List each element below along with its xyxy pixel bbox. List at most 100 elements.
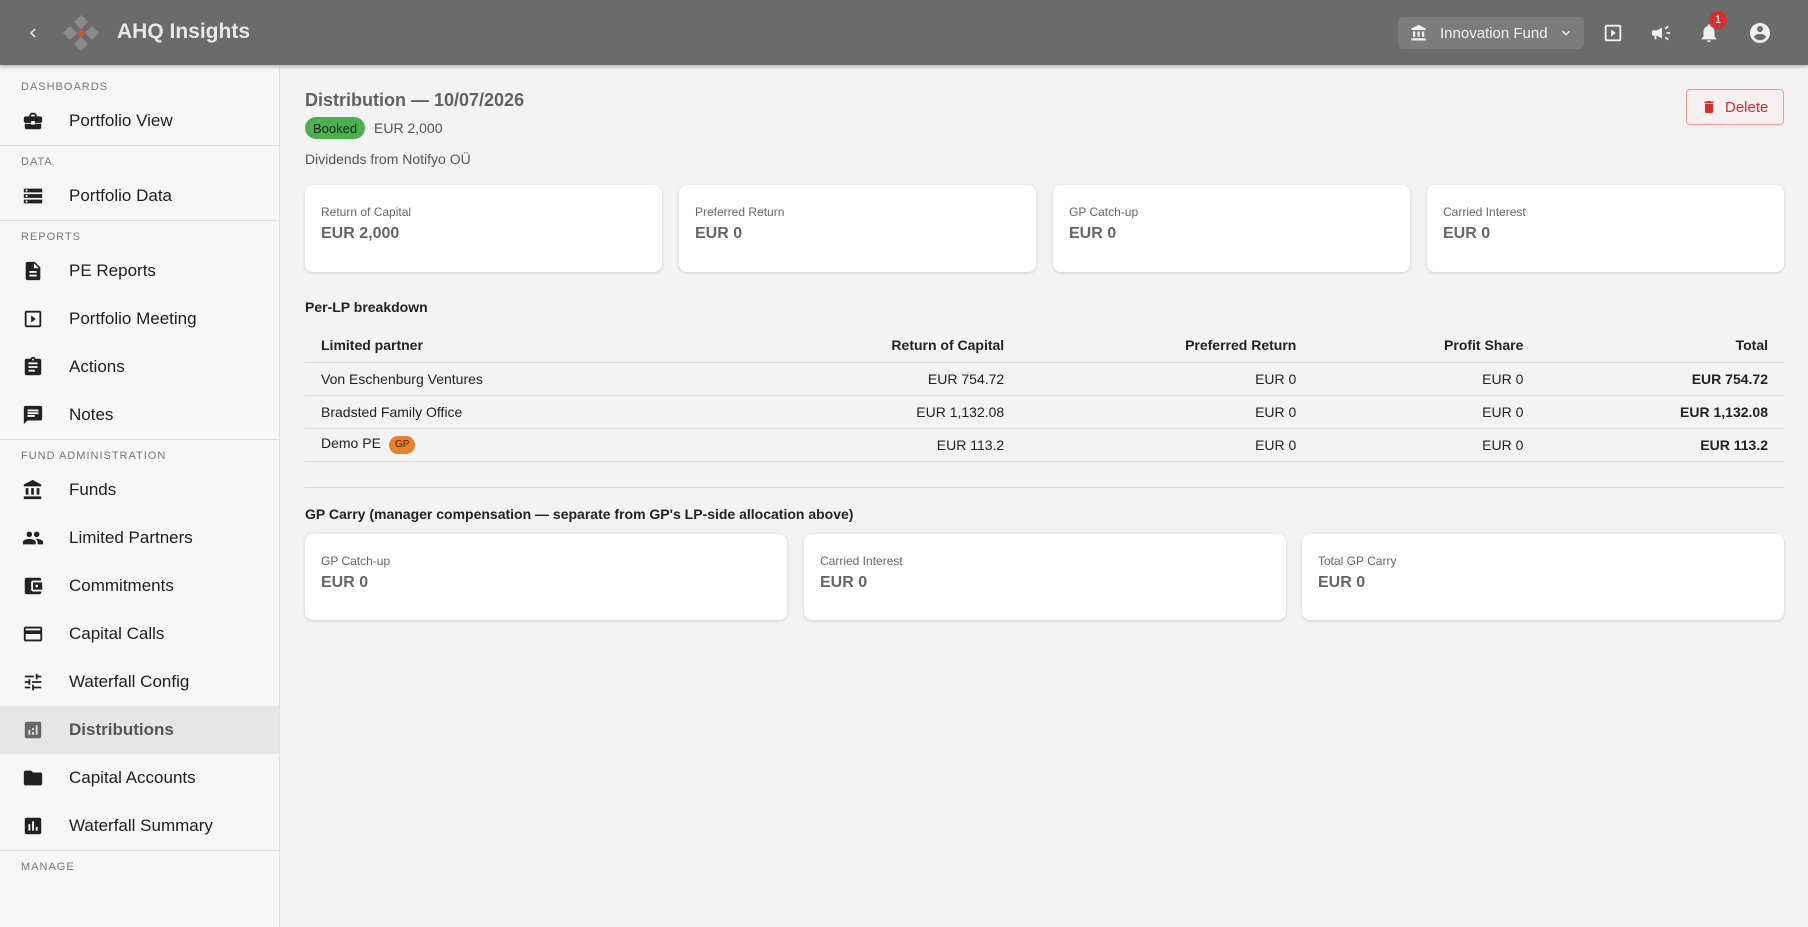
lp-return-of-capital: EUR 1,132.08 [725, 395, 1021, 429]
section-divider [305, 487, 1784, 488]
card-value: EUR 0 [321, 574, 369, 591]
section-title: MANAGE [21, 861, 75, 873]
gp-carry-heading: GP Carry (manager compensation — separat… [305, 506, 854, 522]
card-label: Return of Capital [321, 205, 412, 219]
sidebar-item-label: Capital Calls [69, 624, 165, 643]
tune-icon [20, 669, 46, 695]
fund-selector-label: Innovation Fund I [1440, 24, 1552, 42]
presentation-button[interactable] [1599, 19, 1627, 47]
sidebar: DASHBOARDS Portfolio View DATA Portfolio… [0, 65, 280, 927]
bar-chart-icon [20, 717, 46, 743]
sidebar-item-portfolio-data[interactable]: Portfolio Data [0, 172, 279, 220]
column-header: Return of Capital [725, 328, 1021, 363]
megaphone-icon [1651, 25, 1671, 41]
sidebar-item-label: Actions [69, 357, 125, 376]
app-logo [62, 14, 100, 52]
summary-card-carried-interest: Carried Interest EUR 0 [1427, 185, 1784, 272]
chevron-left-icon [30, 28, 36, 38]
card-value: EUR 0 [1443, 225, 1491, 242]
lp-breakdown-table: Limited partner Return of Capital Prefer… [305, 328, 1784, 462]
card-label: Total GP Carry [1318, 554, 1397, 568]
sidebar-item-commitments[interactable]: Commitments [0, 562, 279, 610]
sidebar-section-reports: REPORTS PE Reports Portfolio Meeting Act… [0, 221, 279, 440]
distribution-amount: EUR 2,000 [374, 120, 443, 136]
lp-total: EUR 1,132.08 [1539, 395, 1784, 429]
sidebar-item-limited-partners[interactable]: Limited Partners [0, 514, 279, 562]
card-label: Carried Interest [820, 554, 903, 568]
back-button[interactable] [18, 18, 48, 48]
sidebar-item-label: Waterfall Config [69, 672, 190, 691]
trash-icon [1704, 101, 1714, 113]
card-value: EUR 0 [1069, 225, 1117, 242]
sidebar-item-capital-accounts[interactable]: Capital Accounts [0, 754, 279, 802]
app-title: AHQ Insights [117, 20, 251, 43]
lp-total: EUR 754.72 [1539, 362, 1784, 396]
wallet-icon [20, 573, 46, 599]
column-header: Limited partner [305, 328, 725, 363]
account-circle-icon [1750, 23, 1770, 43]
lp-breakdown-heading: Per-LP breakdown [305, 299, 428, 315]
sidebar-item-label: PE Reports [69, 261, 156, 280]
column-header: Preferred Return [1020, 328, 1313, 363]
sidebar-item-portfolio-view[interactable]: Portfolio View [0, 97, 279, 145]
lp-name: Von Eschenburg Ventures [305, 362, 725, 396]
bank-icon [20, 477, 46, 503]
notification-count-badge: 1 [1709, 11, 1727, 29]
card-label: Preferred Return [695, 205, 785, 219]
lp-preferred-return: EUR 0 [1020, 428, 1313, 462]
page-title: Distribution — 10/07/2026 [305, 90, 525, 110]
sidebar-item-pe-reports[interactable]: PE Reports [0, 247, 279, 295]
table-header-row: Limited partner Return of Capital Prefer… [305, 328, 1784, 363]
main-content: Distribution — 10/07/2026 Booked EUR 2,0… [281, 65, 1808, 927]
gp-carry-card-catch-up: GP Catch-up EUR 0 [305, 534, 787, 620]
lp-total: EUR 113.2 [1539, 428, 1784, 462]
sidebar-item-label: Distributions [69, 720, 174, 739]
people-icon [20, 525, 46, 551]
sidebar-item-funds[interactable]: Funds [0, 466, 279, 514]
notes-icon [20, 402, 46, 428]
clipboard-icon [20, 354, 46, 380]
sidebar-item-portfolio-meeting[interactable]: Portfolio Meeting [0, 295, 279, 343]
lp-name: Bradsted Family Office [305, 395, 725, 429]
fund-selector[interactable]: Innovation Fund I [1398, 17, 1584, 49]
sidebar-item-label: Limited Partners [69, 528, 193, 547]
sidebar-item-waterfall-summary[interactable]: Waterfall Summary [0, 802, 279, 850]
sidebar-item-label: Waterfall Summary [69, 816, 213, 835]
sidebar-item-label: Notes [69, 405, 114, 424]
distribution-description: Dividends from Notifyo OÜ [305, 151, 471, 167]
sidebar-section-data: DATA Portfolio Data [0, 146, 279, 221]
account-button[interactable] [1746, 19, 1774, 47]
lp-preferred-return: EUR 0 [1020, 362, 1313, 396]
section-title: DASHBOARDS [21, 81, 109, 93]
sidebar-item-distributions[interactable]: Distributions [0, 706, 279, 754]
gp-chip: GP [388, 435, 416, 454]
sidebar-item-notes[interactable]: Notes [0, 391, 279, 439]
lp-return-of-capital: EUR 113.2 [725, 428, 1021, 462]
sidebar-item-label: Capital Accounts [69, 768, 196, 787]
section-title: DATA [21, 156, 53, 168]
sidebar-item-actions[interactable]: Actions [0, 343, 279, 391]
sidebar-item-label: Portfolio View [69, 111, 173, 130]
announcements-button[interactable] [1647, 19, 1675, 47]
storage-icon [20, 183, 46, 209]
status-badge: Booked [305, 117, 366, 139]
lp-name: Demo PE [321, 435, 381, 452]
chevron-down-icon [1562, 30, 1570, 36]
table-row: Demo PE GP EUR 113.2 EUR 0 EUR 0 EUR 113.… [305, 428, 1784, 462]
sidebar-item-waterfall-config[interactable]: Waterfall Config [0, 658, 279, 706]
gp-carry-card-total: Total GP Carry EUR 0 [1302, 534, 1784, 620]
sidebar-section-fund-administration: FUND ADMINISTRATION Funds Limited Partne… [0, 440, 279, 851]
sidebar-section-dashboards: DASHBOARDS Portfolio View [0, 65, 279, 146]
sidebar-item-label: Portfolio Meeting [69, 309, 197, 328]
slideshow-icon [20, 306, 46, 332]
lp-preferred-return: EUR 0 [1020, 395, 1313, 429]
top-app-bar: AHQ Insights Innovation Fund I 1 [0, 0, 1808, 65]
sidebar-item-label: Portfolio Data [69, 186, 172, 205]
sidebar-item-capital-calls[interactable]: Capital Calls [0, 610, 279, 658]
lp-profit-share: EUR 0 [1312, 428, 1540, 462]
table-row: Bradsted Family Office EUR 1,132.08 EUR … [305, 395, 1784, 429]
summary-card-gp-catch-up: GP Catch-up EUR 0 [1053, 185, 1410, 272]
delete-button[interactable]: Delete [1686, 89, 1784, 125]
folder-icon [20, 765, 46, 791]
lp-profit-share: EUR 0 [1312, 395, 1540, 429]
